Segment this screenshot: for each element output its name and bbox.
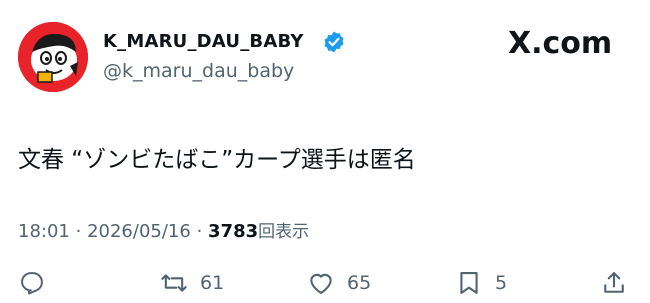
meta-separator: ·	[196, 221, 203, 242]
share-icon	[604, 272, 624, 293]
views-label: 回表示	[258, 222, 310, 242]
reply-button[interactable]	[18, 268, 46, 298]
meta-separator: ·	[75, 221, 82, 242]
bookmark-count: 5	[495, 272, 508, 294]
verified-badge-icon	[324, 31, 344, 53]
x-logo: X.com	[508, 26, 613, 61]
like-count: 65	[347, 272, 372, 294]
avatar[interactable]	[18, 22, 88, 92]
views-count: 3783	[208, 221, 259, 242]
bookmark-icon	[460, 272, 478, 294]
retweet-count: 61	[200, 272, 225, 294]
share-button[interactable]	[600, 268, 628, 298]
tweet-time[interactable]: 18:01	[18, 221, 70, 242]
tweet-date[interactable]: 2026/05/16	[87, 221, 191, 242]
retweet-icon	[161, 274, 187, 292]
bookmark-button[interactable]: 5	[455, 268, 507, 298]
account-handle[interactable]: @k_maru_dau_baby	[103, 60, 294, 82]
retweet-button[interactable]: 61	[160, 268, 224, 298]
mascot-avatar-image	[18, 22, 88, 92]
like-button[interactable]: 65	[307, 268, 371, 298]
display-name[interactable]: K_MARU_DAU_BABY	[103, 31, 304, 52]
heart-icon	[310, 273, 332, 294]
tweet-text: 文春 “ゾンビたばこ”カープ選手は匿名	[18, 147, 416, 173]
reply-icon	[21, 272, 43, 295]
tweet-meta: 18:01 · 2026/05/16 · 3783回表示	[18, 217, 309, 242]
